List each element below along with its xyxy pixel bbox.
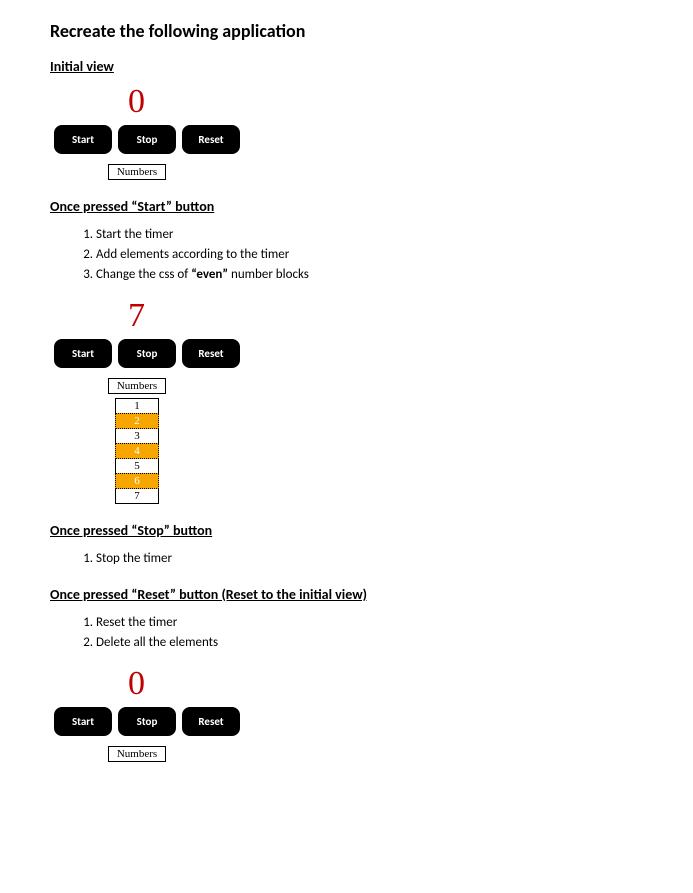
page-title: Recreate the following application — [50, 20, 643, 42]
counter-display: 0 — [128, 85, 643, 119]
numbers-block: Numbers — [108, 164, 166, 180]
heading-reset: Once pressed “Reset” button (Reset to th… — [50, 586, 643, 603]
counter-display: 7 — [128, 299, 643, 333]
applet-reset: 0 Start Stop Reset Numbers — [54, 667, 643, 762]
start-button[interactable]: Start — [54, 339, 112, 368]
applet-running: 7 Start Stop Reset Numbers 1 2 3 4 5 6 7 — [54, 299, 643, 504]
list-item: Change the css of “even” number blocks — [96, 265, 643, 285]
reset-button[interactable]: Reset — [182, 707, 240, 736]
start-button[interactable]: Start — [54, 707, 112, 736]
button-row: Start Stop Reset — [54, 707, 643, 736]
heading-start: Once pressed “Start” button — [50, 198, 643, 215]
number-cell: 5 — [115, 459, 159, 474]
text-bold: “even” — [191, 267, 228, 282]
heading-initial-view: Initial view — [50, 58, 643, 75]
number-cell: 7 — [115, 489, 159, 504]
list-item: Stop the timer — [96, 549, 643, 569]
number-cell-even: 2 — [115, 413, 159, 429]
number-cell-even: 4 — [115, 443, 159, 459]
reset-button[interactable]: Reset — [182, 339, 240, 368]
button-row: Start Stop Reset — [54, 339, 643, 368]
numbers-header: Numbers — [108, 378, 166, 394]
numbers-header: Numbers — [108, 746, 166, 762]
number-cell: 3 — [115, 429, 159, 444]
start-button[interactable]: Start — [54, 125, 112, 154]
start-steps-list: Start the timer Add elements according t… — [50, 225, 643, 285]
number-cell-even: 6 — [115, 473, 159, 489]
reset-button[interactable]: Reset — [182, 125, 240, 154]
list-item: Add elements according to the timer — [96, 245, 643, 265]
numbers-header: Numbers — [108, 164, 166, 180]
numbers-block: Numbers — [108, 746, 166, 762]
text: number blocks — [228, 267, 309, 282]
counter-display: 0 — [128, 667, 643, 701]
stop-button[interactable]: Stop — [118, 125, 176, 154]
list-item: Delete all the elements — [96, 633, 643, 653]
list-item: Reset the timer — [96, 613, 643, 633]
text: Change the css of — [96, 267, 191, 282]
number-cell: 1 — [115, 398, 159, 414]
stop-button[interactable]: Stop — [118, 707, 176, 736]
button-row: Start Stop Reset — [54, 125, 643, 154]
list-item: Start the timer — [96, 225, 643, 245]
numbers-block: Numbers 1 2 3 4 5 6 7 — [108, 378, 166, 504]
heading-stop: Once pressed “Stop” button — [50, 522, 643, 539]
applet-initial: 0 Start Stop Reset Numbers — [54, 85, 643, 180]
stop-button[interactable]: Stop — [118, 339, 176, 368]
stop-steps-list: Stop the timer — [50, 549, 643, 569]
reset-steps-list: Reset the timer Delete all the elements — [50, 613, 643, 653]
